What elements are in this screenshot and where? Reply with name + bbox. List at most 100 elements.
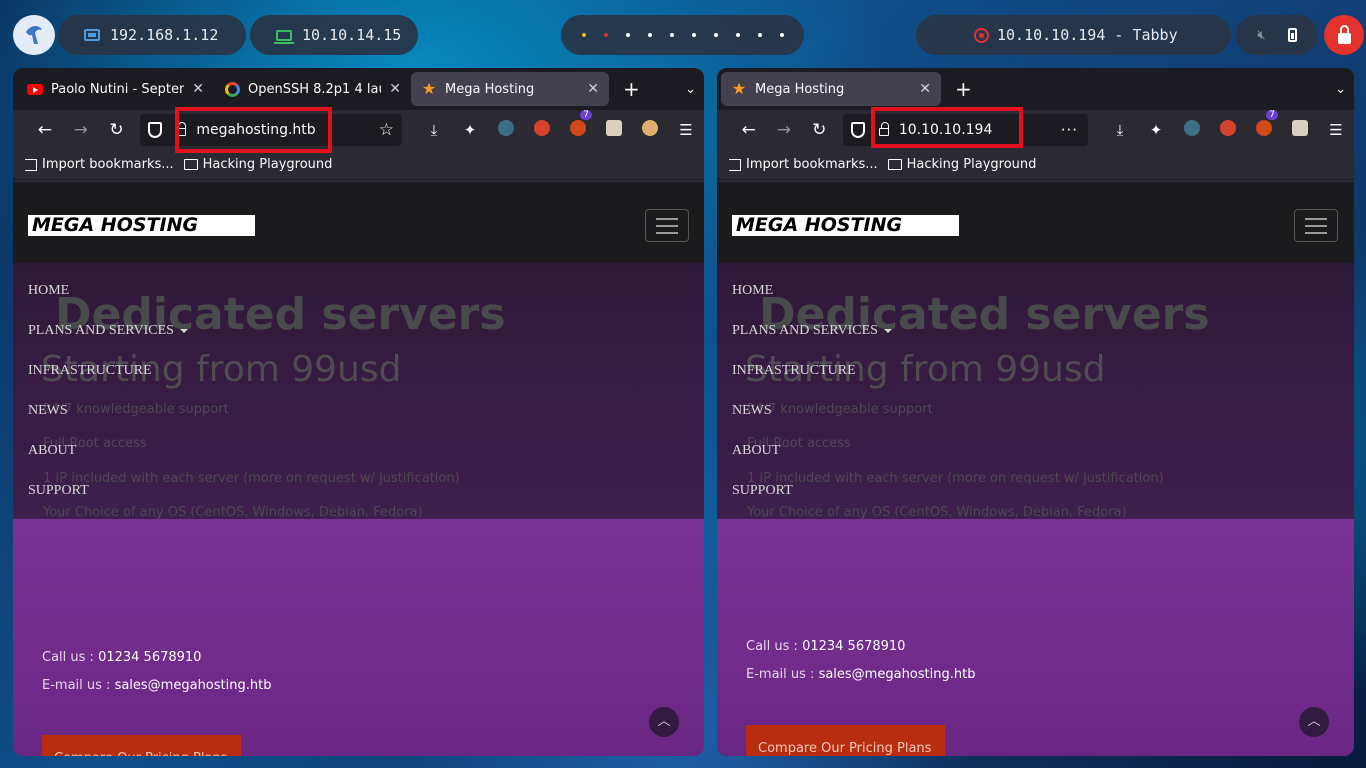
downloads-icon[interactable]: ⤓ [1102, 121, 1138, 139]
hero-bullet: 1 IP included with each server (more on … [747, 471, 1164, 486]
menu-item-home[interactable]: HOME [732, 283, 773, 299]
back-icon[interactable]: ← [731, 120, 766, 140]
workspace-dot[interactable] [757, 33, 762, 37]
browser-window-right: ★ Mega Hosting ✕ + ⌄ ← → ↻ 10.10.10.194 … [717, 68, 1354, 756]
tab-mega-hosting[interactable]: ★ Mega Hosting ✕ [411, 72, 609, 106]
hero-bullet: Your Choice of any OS (CentOS, Windows, … [747, 505, 1127, 520]
network-icon [84, 29, 100, 41]
ext-cookie-icon[interactable] [596, 120, 632, 140]
target-widget[interactable]: 10.10.10.194 - Tabby [916, 15, 1231, 55]
reload-icon[interactable]: ↻ [99, 120, 135, 140]
tracking-shield-icon[interactable] [850, 122, 865, 138]
menu-icon[interactable]: ☰ [1318, 121, 1354, 139]
ext-santa-icon[interactable] [1210, 120, 1246, 140]
forward-icon[interactable]: → [766, 120, 801, 140]
extensions-icon[interactable]: ✦ [1138, 121, 1174, 139]
laptop-icon [274, 29, 294, 44]
pricing-button[interactable]: Compare Our Pricing Plans [42, 735, 241, 756]
close-tab-icon[interactable]: ✕ [192, 81, 204, 97]
new-tab-button[interactable]: + [941, 77, 986, 101]
extensions-icon[interactable]: ✦ [452, 121, 488, 139]
tab-openssh[interactable]: OpenSSH 8.2p1 4 launc ✕ [214, 72, 411, 106]
phone-label: Call us : [746, 639, 803, 654]
site-logo[interactable]: MEGA HOSTING [28, 215, 255, 236]
close-tab-icon[interactable]: ✕ [919, 81, 931, 97]
workspace-dot[interactable] [625, 33, 630, 37]
workspace-dot[interactable] [713, 33, 718, 37]
workspace-dot[interactable] [581, 33, 586, 37]
pricing-button[interactable]: Compare Our Pricing Plans [746, 725, 945, 756]
page-actions-icon[interactable]: ··· [1061, 121, 1078, 139]
ext-ublock-icon[interactable]: 7 [560, 110, 596, 140]
phone-value[interactable]: 01234 5678910 [98, 650, 201, 665]
battery-icon[interactable] [1287, 28, 1297, 42]
menu-item-support[interactable]: SUPPORT [28, 483, 89, 499]
app-logo-icon[interactable] [13, 15, 55, 55]
bookmark-folder-hacking[interactable]: Hacking Playground [183, 157, 333, 172]
ext-santa-icon[interactable] [524, 120, 560, 140]
email-value[interactable]: sales@megahosting.htb [115, 678, 272, 693]
new-tab-button[interactable]: + [609, 77, 654, 101]
list-tabs-icon[interactable]: ⌄ [685, 82, 696, 97]
tab-youtube[interactable]: Paolo Nutini - Septemb ✕ [17, 72, 214, 106]
reload-icon[interactable]: ↻ [802, 120, 837, 140]
scroll-to-top-button[interactable]: ︿ [1299, 707, 1329, 737]
workspace-dot[interactable] [735, 33, 740, 37]
menu-item-infrastructure[interactable]: INFRASTRUCTURE [732, 363, 856, 379]
lock-screen-button[interactable] [1324, 15, 1364, 55]
ext-ublock-icon[interactable]: 7 [1246, 110, 1282, 140]
folder-label: Hacking Playground [906, 157, 1037, 172]
workspace-dot[interactable] [603, 33, 608, 37]
phone-value[interactable]: 01234 5678910 [802, 639, 905, 654]
hero-section: Dedicated servers Starting from 99usd 24… [717, 263, 1354, 520]
folder-label: Hacking Playground [202, 157, 333, 172]
email-label: E-mail us : [42, 678, 115, 693]
menu-item-about[interactable]: ABOUT [732, 443, 780, 459]
forward-icon[interactable]: → [63, 120, 99, 140]
menu-item-plans[interactable]: PLANS AND SERVICES [732, 323, 892, 339]
back-icon[interactable]: ← [27, 120, 63, 140]
tracking-shield-icon[interactable] [148, 122, 163, 138]
menu-item-news[interactable]: NEWS [732, 403, 772, 419]
hero-bullet: 1 IP included with each server (more on … [43, 471, 460, 486]
local-ip-widget[interactable]: 192.168.1.12 [58, 15, 246, 55]
workspace-dot[interactable] [669, 33, 674, 37]
menu-icon[interactable]: ☰ [668, 121, 704, 139]
ext-cookie-icon[interactable] [1282, 120, 1318, 140]
menu-item-about[interactable]: ABOUT [28, 443, 76, 459]
downloads-icon[interactable]: ⤓ [416, 121, 452, 139]
menu-item-plans[interactable]: PLANS AND SERVICES [28, 323, 188, 339]
menu-item-support[interactable]: SUPPORT [732, 483, 793, 499]
site-logo[interactable]: MEGA HOSTING [732, 215, 959, 236]
workspace-switcher[interactable] [561, 15, 804, 55]
scroll-to-top-button[interactable]: ︿ [649, 707, 679, 737]
web-page: MEGA HOSTING Dedicated servers Starting … [13, 182, 704, 756]
vpn-ip-widget[interactable]: 10.10.14.15 [250, 15, 418, 55]
close-tab-icon[interactable]: ✕ [587, 81, 599, 97]
mute-icon[interactable]: 🔇︎ [1257, 28, 1265, 43]
bookmark-folder-hacking[interactable]: Hacking Playground [887, 157, 1037, 172]
workspace-dot[interactable] [647, 33, 652, 37]
import-bookmarks-link[interactable]: Import bookmarks... [729, 157, 878, 172]
list-tabs-icon[interactable]: ⌄ [1335, 82, 1346, 97]
workspace-dot[interactable] [691, 33, 696, 37]
tab-mega-hosting[interactable]: ★ Mega Hosting ✕ [721, 72, 941, 106]
email-value[interactable]: sales@megahosting.htb [819, 667, 976, 682]
import-bookmarks-label: Import bookmarks... [746, 157, 878, 172]
vpn-ip-text: 10.10.14.15 [302, 26, 402, 44]
menu-item-news[interactable]: NEWS [28, 403, 68, 419]
url-highlight-box [175, 107, 332, 153]
ext-wappalyzer-icon[interactable] [632, 120, 668, 140]
caret-down-icon [179, 328, 188, 333]
import-bookmarks-link[interactable]: Import bookmarks... [25, 157, 174, 172]
workspace-dot[interactable] [779, 33, 784, 37]
ext-glasses-icon[interactable] [488, 120, 524, 140]
hero-section: Dedicated servers Starting from 99usd 24… [13, 263, 704, 520]
close-tab-icon[interactable]: ✕ [389, 81, 401, 97]
nav-toggle-button[interactable] [1294, 209, 1338, 242]
ext-glasses-icon[interactable] [1174, 120, 1210, 140]
menu-item-infrastructure[interactable]: INFRASTRUCTURE [28, 363, 152, 379]
menu-item-home[interactable]: HOME [28, 283, 69, 299]
nav-toggle-button[interactable] [645, 209, 689, 242]
bookmark-star-icon[interactable]: ☆ [379, 120, 394, 140]
